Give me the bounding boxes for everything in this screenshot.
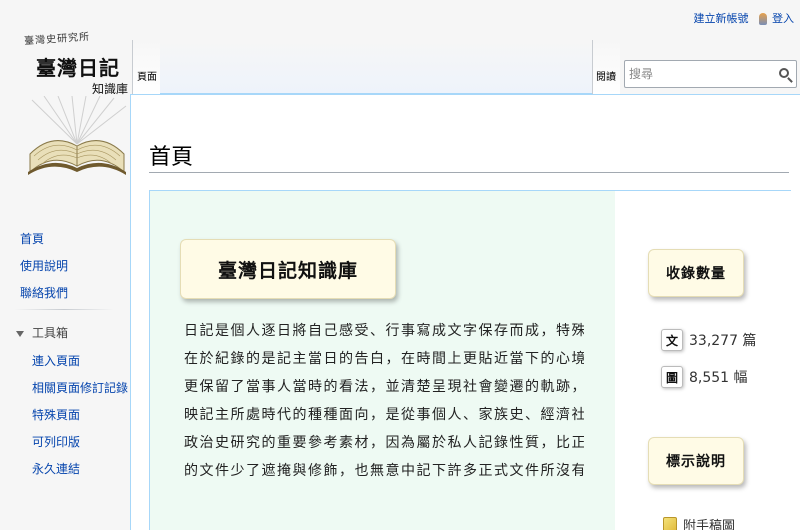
- images-value: 8,551 幅: [689, 370, 748, 386]
- logo-subtitle: 臺灣史研究所: [23, 31, 91, 48]
- login-link[interactable]: 登入: [772, 12, 794, 25]
- tab-strip: [160, 40, 592, 94]
- tab-read[interactable]: 閱讀: [592, 40, 620, 94]
- site-title-plaque: 臺灣日記知識庫: [180, 239, 396, 299]
- legend-item: 附手稿圖: [663, 515, 735, 530]
- logo-side-text: 知識庫: [92, 82, 129, 96]
- intro-text: 日記是個人逐日將自己感受、行事寫成文字保存而成，特殊性 在於紀錄的是記主當日的告…: [184, 317, 584, 485]
- articles-count: 文 33,277 篇: [661, 329, 756, 351]
- create-account-link[interactable]: 建立新帳號: [694, 10, 749, 26]
- legend-heading-plaque: 標示說明: [648, 437, 744, 485]
- main-portal-box: 臺灣日記知識庫 日記是個人逐日將自己感受、行事寫成文字保存而成，特殊性 在於紀錄…: [149, 190, 791, 530]
- intro-line: 的文件少了遮掩與修飾，也無意中記下許多正式文件所沒有的: [184, 463, 584, 479]
- toolbox-label: 工具箱: [32, 326, 69, 340]
- personal-tools: 建立新帳號 登入: [694, 10, 794, 26]
- intro-line: 日記是個人逐日將自己感受、行事寫成文字保存而成，特殊性: [184, 323, 584, 339]
- intro-line: 更保留了當事人當時的看法，並清楚呈現社會變遷的軌跡，反: [184, 379, 584, 395]
- stats-panel: 收錄數量 文 33,277 篇 圖 8,551 幅 標示說明 附手稿圖: [615, 191, 791, 530]
- articles-value: 33,277 篇: [689, 333, 757, 349]
- tool-special-pages[interactable]: 特殊頁面: [32, 406, 80, 423]
- intro-line: 映記主所處時代的種種面向，是從事個人、家族史、經濟社會: [184, 407, 584, 423]
- toolbox-header[interactable]: 工具箱: [16, 324, 68, 341]
- manuscript-icon: [663, 516, 677, 530]
- heading-divider: [149, 172, 789, 173]
- stats-heading-plaque: 收錄數量: [648, 249, 744, 297]
- intro-line: 政治史研究的重要參考素材，因為屬於私人記錄性質，比正式: [184, 435, 584, 451]
- search-box: [624, 60, 797, 88]
- tool-printable-version[interactable]: 可列印版: [32, 433, 80, 450]
- content-area: 首頁 臺灣日記知識庫 日記是個人逐日將自己感受、行事寫成文字保存而成，特殊性 在…: [130, 94, 800, 530]
- sidebar-divider: [14, 309, 114, 310]
- search-input[interactable]: [629, 62, 769, 86]
- intro-line: 在於紀錄的是記主當日的告白，在時間上更貼近當下的心境，: [184, 351, 584, 367]
- collapse-triangle-icon: [16, 330, 24, 337]
- image-icon: 圖: [661, 366, 683, 388]
- site-logo[interactable]: 臺灣史研究所 臺灣日記 知識庫: [0, 0, 148, 190]
- search-icon[interactable]: [779, 68, 789, 78]
- open-book-icon: [28, 96, 127, 175]
- page-title: 首頁: [149, 145, 194, 170]
- legend-item-label: 附手稿圖: [683, 519, 736, 530]
- article-icon: 文: [661, 329, 683, 351]
- tool-permanent-link[interactable]: 永久連結: [32, 460, 80, 477]
- intro-panel: 臺灣日記知識庫 日記是個人逐日將自己感受、行事寫成文字保存而成，特殊性 在於紀錄…: [150, 191, 615, 530]
- sidebar-item-help[interactable]: 使用說明: [20, 257, 68, 274]
- tab-page[interactable]: 頁面: [132, 40, 160, 94]
- logo-title: 臺灣日記: [36, 56, 120, 80]
- images-count: 圖 8,551 幅: [661, 366, 748, 388]
- login-area[interactable]: 登入: [758, 10, 794, 26]
- sidebar-item-contact[interactable]: 聯絡我們: [20, 284, 68, 301]
- page: 臺灣史研究所 臺灣日記 知識庫 建立新帳號 登入 頁面 閱讀 搜尋 首頁 臺灣日…: [0, 0, 800, 530]
- tool-what-links-here[interactable]: 連入頁面: [32, 352, 80, 369]
- sidebar-item-home[interactable]: 首頁: [20, 230, 44, 247]
- tool-related-changes[interactable]: 相關頁面修訂記錄: [32, 379, 128, 396]
- user-icon: [758, 13, 767, 25]
